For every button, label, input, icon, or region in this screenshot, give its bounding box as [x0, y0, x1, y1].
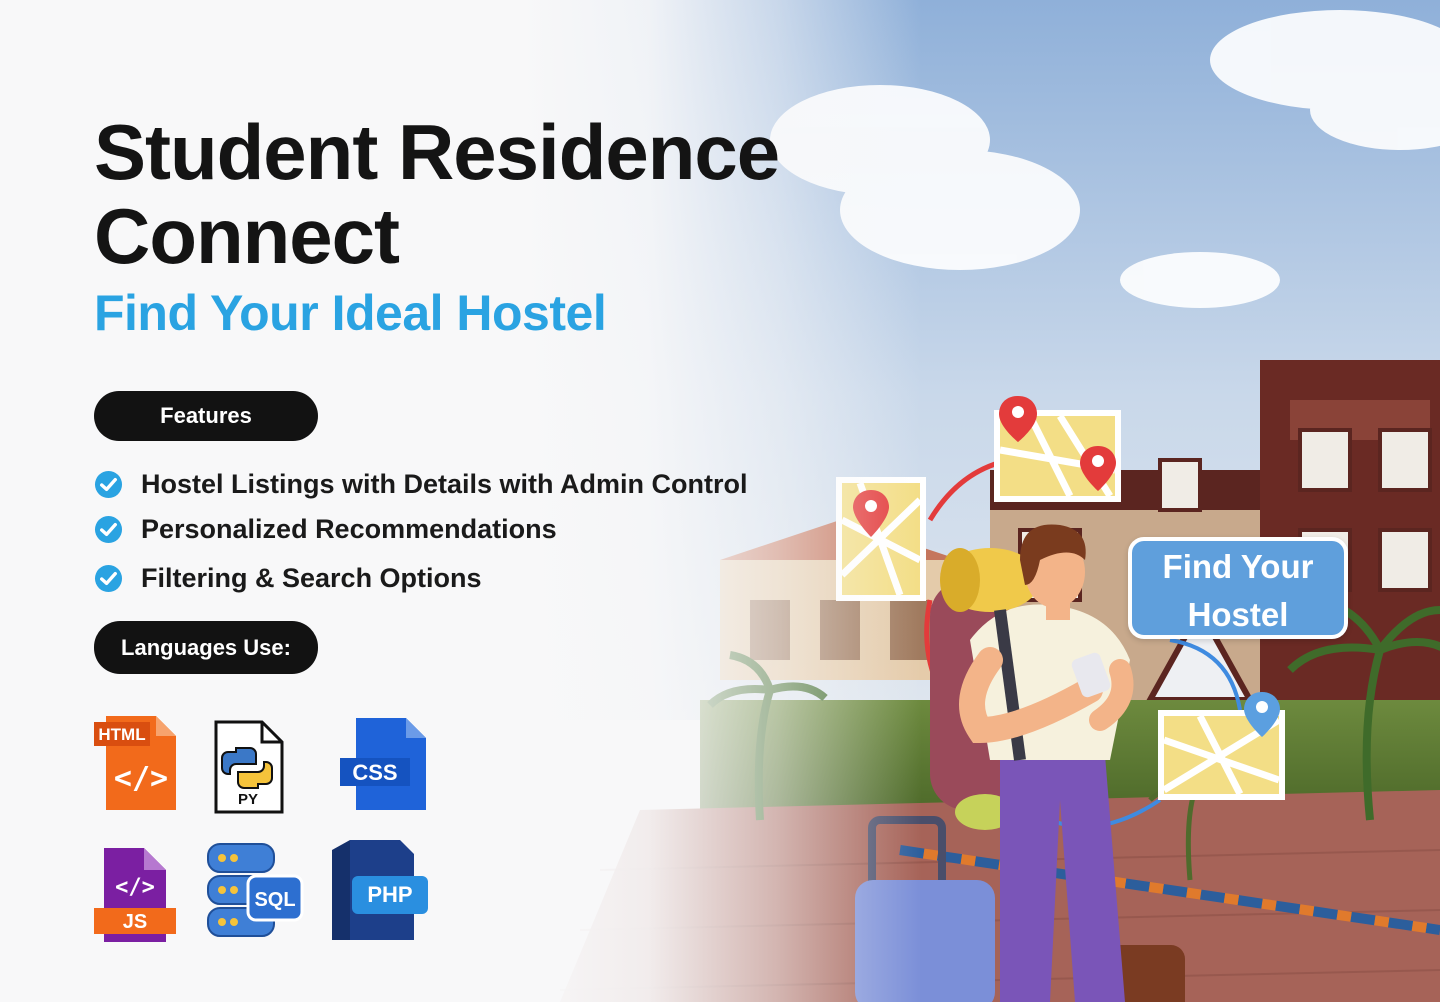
- page-subtitle: Find Your Ideal Hostel: [94, 285, 607, 341]
- python-icon: PY: [214, 720, 284, 814]
- html-icon-label: HTML: [98, 725, 145, 744]
- languages-label: Languages Use:: [94, 621, 318, 674]
- sql-icon: SQL: [207, 843, 304, 937]
- bubble-line-1: Find Your: [1162, 548, 1314, 585]
- find-hostel-bubble: Find Your Hostel: [1128, 537, 1348, 639]
- check-badge-icon: [94, 470, 123, 499]
- js-icon-label: JS: [123, 911, 147, 933]
- feature-item: Personalized Recommendations: [94, 514, 557, 545]
- php-icon: PHP: [332, 840, 428, 940]
- title-line-2: Connect: [94, 192, 400, 280]
- feature-item: Filtering & Search Options: [94, 563, 482, 594]
- css-icon-label: CSS: [352, 760, 397, 785]
- title-line-1: Student Residence: [94, 108, 780, 196]
- php-icon-label: PHP: [367, 882, 412, 907]
- bubble-line-2: Hostel: [1187, 596, 1289, 633]
- feature-item: Hostel Listings with Details with Admin …: [94, 469, 748, 500]
- features-label: Features: [94, 391, 318, 441]
- sql-icon-label: SQL: [254, 889, 295, 911]
- python-icon-label: PY: [238, 791, 258, 808]
- feature-text: Personalized Recommendations: [141, 514, 557, 544]
- feature-text: Hostel Listings with Details with Admin …: [141, 469, 748, 499]
- html-icon: HTML </>: [94, 716, 176, 810]
- page-title: Student Residence Connect: [94, 108, 780, 280]
- js-icon-glyph: </>: [115, 875, 155, 900]
- check-badge-icon: [94, 515, 123, 544]
- feature-text: Filtering & Search Options: [141, 563, 482, 593]
- js-icon: </> JS: [94, 848, 176, 942]
- hero-banner: Student Residence Connect Find Your Idea…: [0, 0, 1440, 1002]
- css-icon: CSS: [340, 718, 426, 810]
- check-badge-icon: [94, 564, 123, 593]
- html-icon-glyph: </>: [114, 761, 168, 796]
